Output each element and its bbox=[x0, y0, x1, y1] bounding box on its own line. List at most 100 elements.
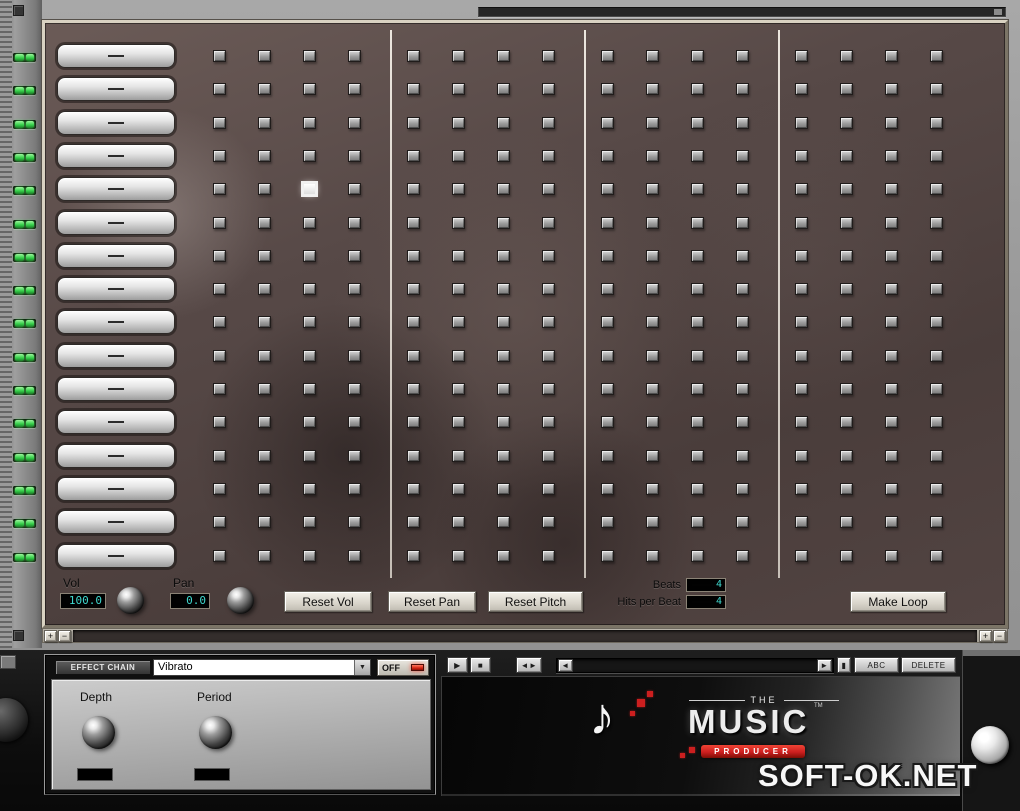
step-cell[interactable] bbox=[646, 416, 659, 428]
step-cell[interactable] bbox=[795, 183, 808, 195]
step-cell[interactable] bbox=[840, 450, 853, 462]
step-cell[interactable] bbox=[795, 483, 808, 495]
step-cell[interactable] bbox=[930, 50, 943, 62]
step-cell[interactable] bbox=[840, 250, 853, 262]
step-cell[interactable] bbox=[542, 316, 555, 328]
step-cell[interactable] bbox=[542, 150, 555, 162]
step-cell[interactable] bbox=[303, 50, 316, 62]
step-cell[interactable] bbox=[840, 150, 853, 162]
step-cell[interactable] bbox=[601, 350, 614, 362]
scroll-minus-button-left[interactable]: − bbox=[58, 630, 71, 642]
step-cell[interactable] bbox=[213, 217, 226, 229]
track-button[interactable] bbox=[57, 44, 175, 68]
step-cell[interactable] bbox=[452, 217, 465, 229]
step-cell[interactable] bbox=[497, 483, 510, 495]
step-cell[interactable] bbox=[452, 83, 465, 95]
step-cell[interactable] bbox=[885, 516, 898, 528]
step-cell[interactable] bbox=[407, 383, 420, 395]
step-cell[interactable] bbox=[407, 550, 420, 562]
step-cell[interactable] bbox=[407, 150, 420, 162]
step-cell[interactable] bbox=[213, 183, 226, 195]
step-cell[interactable] bbox=[930, 516, 943, 528]
step-cell[interactable] bbox=[736, 117, 749, 129]
step-cell[interactable] bbox=[885, 350, 898, 362]
step-cell[interactable] bbox=[348, 217, 361, 229]
step-cell[interactable] bbox=[497, 283, 510, 295]
seek-left-button[interactable]: ◄ bbox=[558, 659, 573, 672]
bottom-left-knob[interactable] bbox=[0, 698, 28, 742]
step-cell[interactable] bbox=[736, 450, 749, 462]
step-cell[interactable] bbox=[691, 350, 704, 362]
step-cell[interactable] bbox=[452, 483, 465, 495]
step-cell[interactable] bbox=[452, 283, 465, 295]
step-cell[interactable] bbox=[348, 416, 361, 428]
hits-per-beat-display[interactable]: 4 bbox=[686, 595, 726, 609]
step-cell[interactable] bbox=[601, 383, 614, 395]
step-cell[interactable] bbox=[452, 150, 465, 162]
loop-mode-button[interactable]: ◄► bbox=[516, 657, 542, 673]
step-cell[interactable] bbox=[601, 416, 614, 428]
step-cell[interactable] bbox=[497, 217, 510, 229]
step-cell[interactable] bbox=[885, 150, 898, 162]
step-cell[interactable] bbox=[407, 450, 420, 462]
step-cell[interactable] bbox=[542, 50, 555, 62]
step-cell[interactable] bbox=[736, 550, 749, 562]
step-cell[interactable] bbox=[885, 50, 898, 62]
play-button[interactable]: ▶ bbox=[447, 657, 468, 673]
step-cell[interactable] bbox=[691, 483, 704, 495]
step-cell[interactable] bbox=[542, 183, 555, 195]
step-cell[interactable] bbox=[452, 416, 465, 428]
track-button[interactable] bbox=[57, 111, 175, 135]
step-cell[interactable] bbox=[303, 150, 316, 162]
track-button[interactable] bbox=[57, 444, 175, 468]
top-scrollbar-thumb[interactable] bbox=[994, 9, 1002, 15]
step-cell[interactable] bbox=[930, 117, 943, 129]
step-cell[interactable] bbox=[213, 550, 226, 562]
step-cell[interactable] bbox=[840, 50, 853, 62]
step-cell[interactable] bbox=[213, 383, 226, 395]
step-cell[interactable] bbox=[736, 50, 749, 62]
step-cell[interactable] bbox=[303, 383, 316, 395]
step-cell[interactable] bbox=[452, 350, 465, 362]
step-cell[interactable] bbox=[736, 250, 749, 262]
step-cell[interactable] bbox=[258, 483, 271, 495]
step-cell[interactable] bbox=[303, 250, 316, 262]
step-cell[interactable] bbox=[348, 50, 361, 62]
step-cell[interactable] bbox=[542, 383, 555, 395]
step-cell[interactable] bbox=[213, 316, 226, 328]
step-cell[interactable] bbox=[452, 183, 465, 195]
step-cell[interactable] bbox=[542, 83, 555, 95]
step-cell[interactable] bbox=[213, 350, 226, 362]
step-cell[interactable] bbox=[885, 117, 898, 129]
step-cell[interactable] bbox=[542, 550, 555, 562]
step-cell[interactable] bbox=[601, 150, 614, 162]
step-cell[interactable] bbox=[691, 150, 704, 162]
step-cell[interactable] bbox=[930, 483, 943, 495]
step-cell[interactable] bbox=[497, 83, 510, 95]
step-cell[interactable] bbox=[930, 150, 943, 162]
step-cell[interactable] bbox=[691, 450, 704, 462]
step-cell[interactable] bbox=[691, 250, 704, 262]
step-cell[interactable] bbox=[407, 516, 420, 528]
step-cell[interactable] bbox=[736, 516, 749, 528]
step-cell[interactable] bbox=[601, 50, 614, 62]
track-button[interactable] bbox=[57, 344, 175, 368]
effect-off-toggle[interactable]: OFF bbox=[377, 659, 429, 676]
step-cell[interactable] bbox=[795, 50, 808, 62]
step-cell[interactable] bbox=[646, 117, 659, 129]
step-cell[interactable] bbox=[646, 183, 659, 195]
step-cell[interactable] bbox=[795, 450, 808, 462]
step-cell[interactable] bbox=[542, 117, 555, 129]
step-cell[interactable] bbox=[691, 416, 704, 428]
step-cell[interactable] bbox=[736, 150, 749, 162]
step-cell[interactable] bbox=[258, 283, 271, 295]
step-cell[interactable] bbox=[258, 416, 271, 428]
step-cell[interactable] bbox=[646, 217, 659, 229]
step-cell[interactable] bbox=[258, 450, 271, 462]
step-cell[interactable] bbox=[885, 83, 898, 95]
step-cell[interactable] bbox=[258, 117, 271, 129]
step-cell[interactable] bbox=[795, 283, 808, 295]
step-cell[interactable] bbox=[542, 350, 555, 362]
step-cell[interactable] bbox=[497, 50, 510, 62]
step-cell[interactable] bbox=[348, 150, 361, 162]
